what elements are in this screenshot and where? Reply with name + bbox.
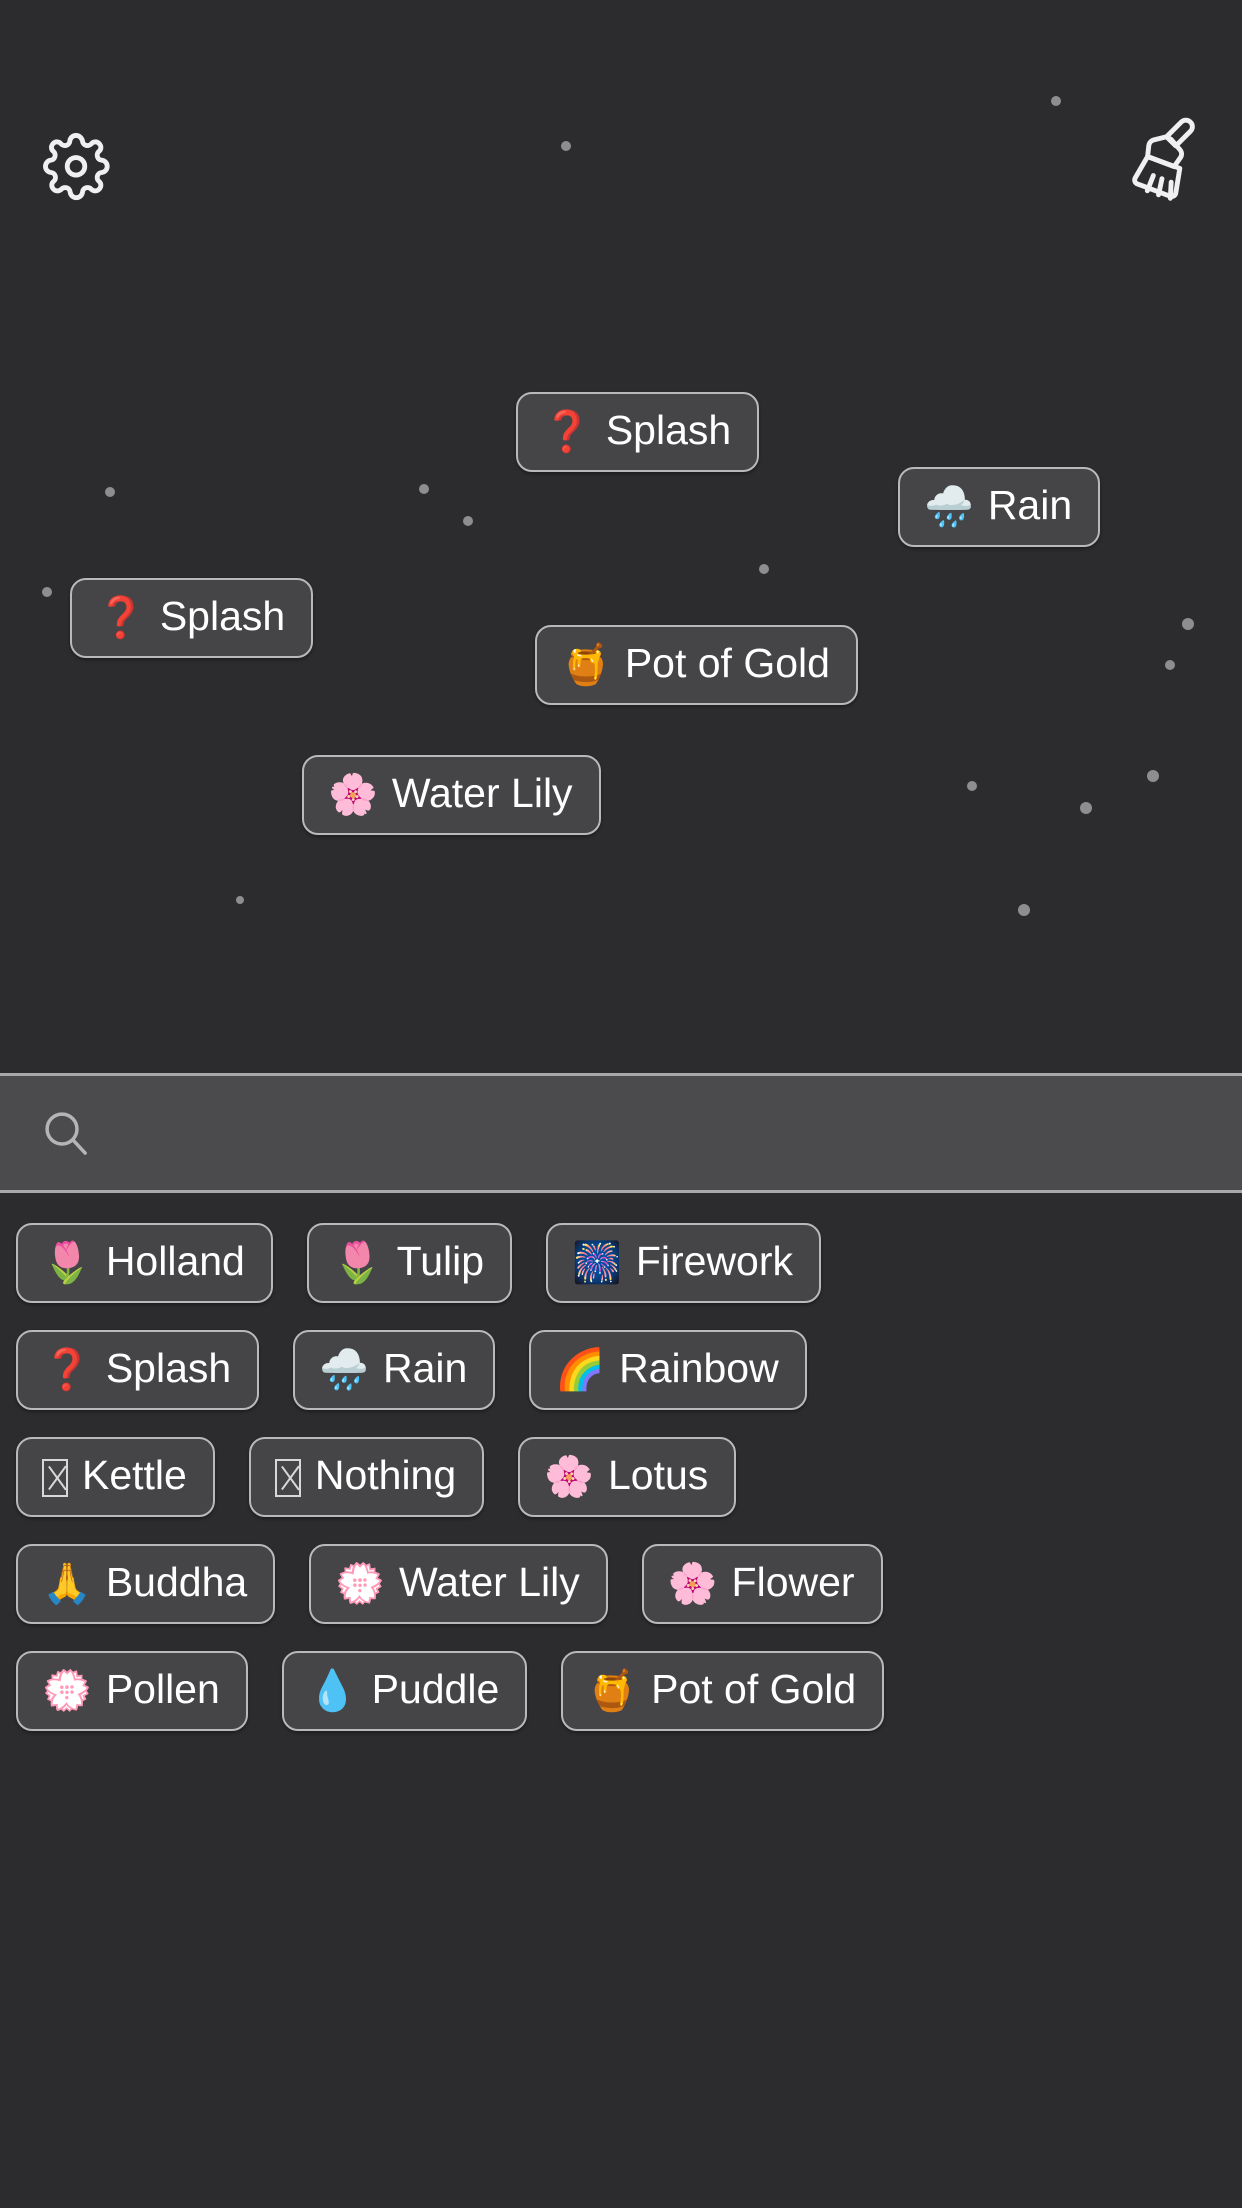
element-pill-label: Holland	[105, 1238, 245, 1284]
element-pill-label: Splash	[105, 1345, 232, 1391]
canvas-particle	[105, 487, 115, 497]
search-input[interactable]	[116, 1109, 1212, 1157]
element-pill-canvas-1[interactable]: 🌧️ Rain	[898, 467, 1101, 547]
element-emoji-icon: ❓	[542, 409, 592, 454]
broom-icon	[1132, 117, 1195, 201]
gear-icon	[43, 133, 110, 201]
element-pill-label: Firework	[635, 1238, 794, 1284]
element-pill-label: Flower	[731, 1559, 855, 1605]
element-pill-label: Nothing	[314, 1452, 457, 1498]
element-emoji-icon: 🌸	[328, 772, 378, 817]
canvas-particle	[1147, 770, 1159, 782]
element-pill-label: Water Lily	[391, 770, 573, 816]
element-pill-drawer-3-1[interactable]: 💮 Water Lily	[309, 1544, 608, 1624]
canvas-particle	[967, 781, 977, 791]
drawer-row: 🙏 Buddha 💮 Water Lily 🌸 Flower	[14, 1544, 1228, 1624]
settings-button[interactable]	[28, 118, 124, 214]
element-pill-drawer-1-1[interactable]: 🌧️ Rain	[293, 1330, 496, 1410]
element-pill-drawer-3-0[interactable]: 🙏 Buddha	[16, 1544, 276, 1624]
missing-glyph-icon	[274, 1458, 301, 1497]
element-pill-drawer-3-2[interactable]: 🌸 Flower	[641, 1544, 883, 1624]
element-pill-drawer-1-2[interactable]: 🌈 Rainbow	[529, 1330, 807, 1410]
element-pill-drawer-0-1[interactable]: 🌷 Tulip	[306, 1223, 513, 1303]
clear-board-button[interactable]	[1118, 108, 1214, 204]
element-pill-canvas-4[interactable]: 🌸 Water Lily	[302, 755, 601, 835]
element-pill-drawer-0-0[interactable]: 🌷 Holland	[16, 1223, 273, 1303]
element-pill-canvas-2[interactable]: ❓ Splash	[70, 578, 314, 658]
canvas-particle	[419, 484, 429, 494]
element-pill-label: Rain	[383, 1345, 468, 1391]
canvas-particle	[1051, 96, 1061, 106]
element-pill-label: Water Lily	[398, 1559, 580, 1605]
element-pill-label: Pot of Gold	[651, 1666, 857, 1712]
element-emoji-icon: ❓	[96, 595, 146, 640]
element-pill-drawer-4-1[interactable]: 💧 Puddle	[281, 1651, 528, 1731]
element-pill-label: Rain	[987, 482, 1073, 528]
element-pill-drawer-1-0[interactable]: ❓ Splash	[16, 1330, 260, 1410]
drawer-row: Kettle Nothing 🌸 Lotus	[14, 1437, 1228, 1517]
element-pill-label: Rainbow	[619, 1345, 779, 1391]
search-bar[interactable]	[0, 1073, 1242, 1193]
element-emoji-icon: 💮	[42, 1668, 92, 1713]
drawer-row: ❓ Splash 🌧️ Rain 🌈 Rainbow	[14, 1330, 1228, 1410]
element-pill-label: Pot of Gold	[624, 640, 830, 686]
element-pill-canvas-3[interactable]: 🍯 Pot of Gold	[535, 625, 858, 705]
canvas-particle	[1018, 904, 1030, 916]
element-emoji-icon: 💧	[307, 1668, 358, 1713]
canvas-particle	[236, 896, 244, 904]
element-emoji-icon: 🍯	[587, 1668, 638, 1713]
element-emoji-icon: 🎆	[572, 1240, 622, 1285]
element-pill-label: Kettle	[82, 1452, 187, 1498]
element-emoji-icon: 🍯	[561, 642, 611, 687]
missing-glyph-icon	[42, 1458, 68, 1497]
element-emoji-icon: 🌧️	[924, 484, 974, 529]
element-pill-label: Lotus	[607, 1452, 709, 1498]
element-pill-drawer-0-2[interactable]: 🎆 Firework	[546, 1223, 822, 1303]
canvas-particle	[759, 564, 769, 574]
element-emoji-icon: 🌷	[332, 1240, 383, 1285]
element-pill-label: Buddha	[105, 1559, 248, 1605]
canvas-particle	[463, 516, 473, 526]
element-emoji-icon: 💮	[335, 1561, 385, 1606]
drawer-row: 🌷 Holland 🌷 Tulip 🎆 Firework	[14, 1223, 1228, 1303]
app-root: ❓ Splash 🌧️ Rain ❓ Splash 🍯 Pot of Gold 🌸 Water L…	[0, 0, 1242, 2208]
canvas-particle	[1165, 660, 1175, 670]
element-emoji-icon: 🙏	[42, 1561, 92, 1606]
element-pill-canvas-0[interactable]: ❓ Splash	[516, 392, 760, 472]
element-pill-label: Splash	[605, 407, 732, 453]
search-icon	[45, 1112, 87, 1155]
element-pill-label: Puddle	[371, 1666, 500, 1712]
canvas-particle	[1182, 618, 1194, 630]
canvas-particle	[561, 141, 571, 151]
element-pill-label: Pollen	[105, 1666, 220, 1712]
element-emoji-icon: 🌸	[667, 1561, 718, 1606]
element-emoji-icon: ❓	[42, 1347, 92, 1392]
element-emoji-icon: 🌈	[555, 1347, 606, 1392]
element-emoji-icon: 🌸	[544, 1454, 594, 1499]
canvas-particle	[42, 587, 52, 597]
element-pill-drawer-2-0[interactable]: Kettle	[16, 1437, 215, 1517]
drawer-row: 💮 Pollen 💧 Puddle 🍯 Pot of Gold	[14, 1651, 1228, 1731]
element-pill-label: Splash	[159, 593, 286, 639]
element-drawer[interactable]: 🌷 Holland 🌷 Tulip 🎆 Firework ❓ Splash 🌧️ Rain 🌈 Rai…	[0, 1193, 1242, 2208]
element-emoji-icon: 🌧️	[319, 1347, 369, 1392]
element-pill-label: Tulip	[396, 1238, 485, 1284]
element-pill-drawer-2-1[interactable]: Nothing	[248, 1437, 485, 1517]
element-pill-drawer-4-0[interactable]: 💮 Pollen	[16, 1651, 248, 1731]
element-emoji-icon: 🌷	[42, 1240, 92, 1285]
element-pill-drawer-2-2[interactable]: 🌸 Lotus	[518, 1437, 737, 1517]
crafting-canvas[interactable]: ❓ Splash 🌧️ Rain ❓ Splash 🍯 Pot of Gold 🌸 Water L…	[0, 0, 1242, 1073]
canvas-particle	[1080, 802, 1092, 814]
element-pill-drawer-4-2[interactable]: 🍯 Pot of Gold	[561, 1651, 885, 1731]
